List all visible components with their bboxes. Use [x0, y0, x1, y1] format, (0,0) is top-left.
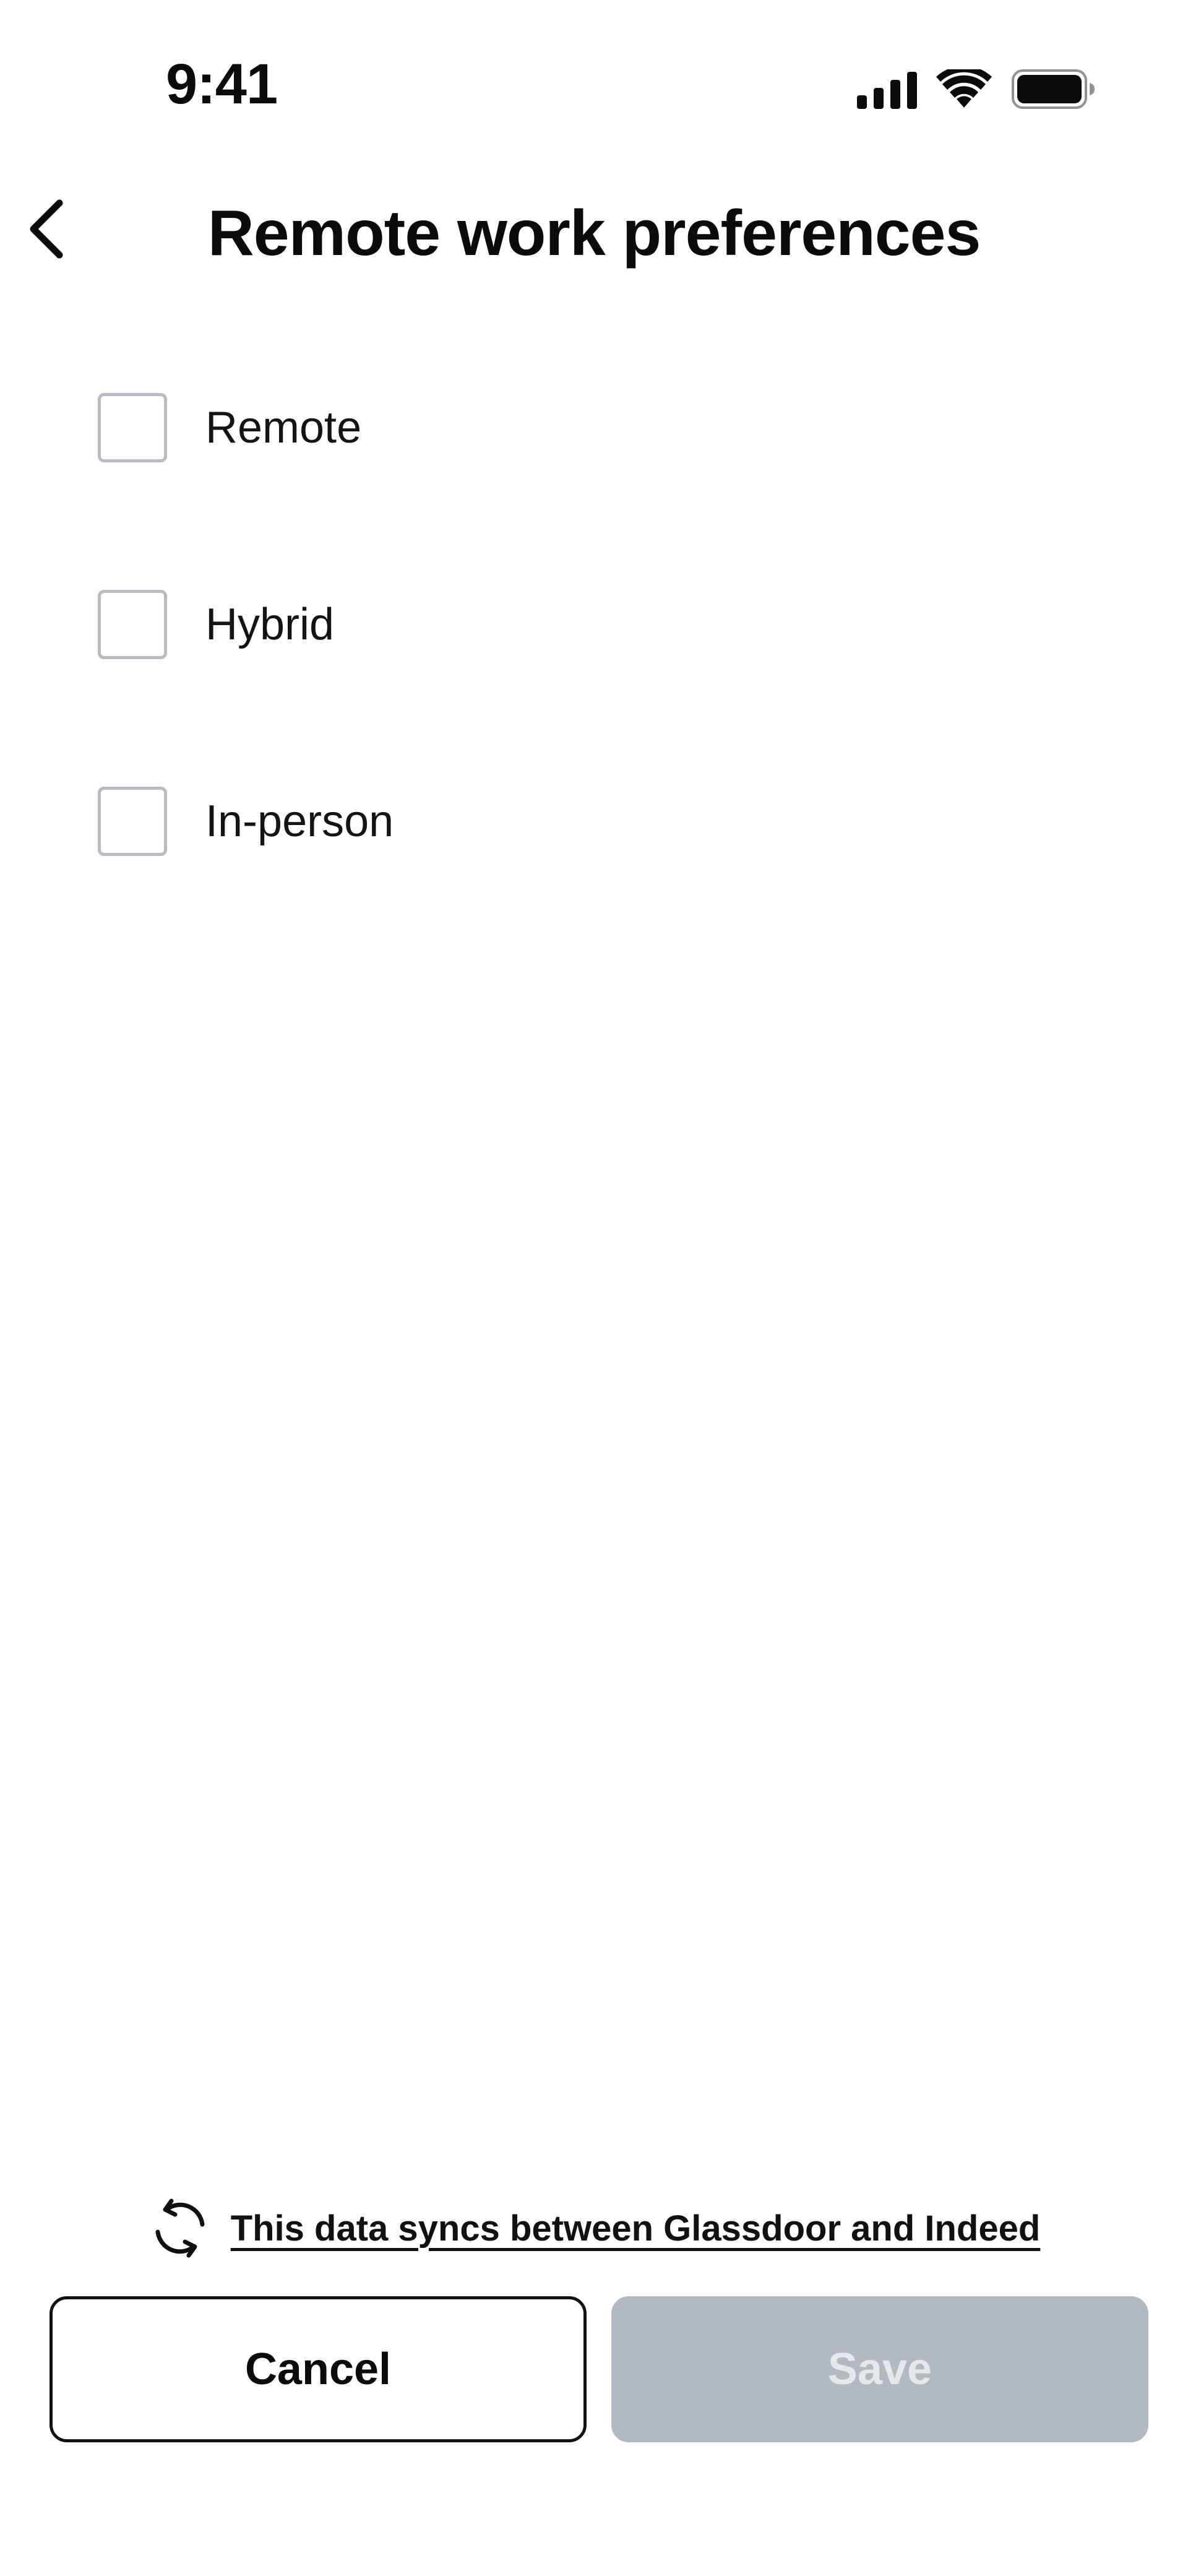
status-icons	[857, 69, 1104, 109]
save-button[interactable]: Save	[611, 2296, 1148, 2442]
option-label: Remote	[205, 403, 362, 452]
battery-icon	[1012, 69, 1095, 109]
checkbox-hybrid[interactable]	[98, 590, 167, 659]
sync-info-link[interactable]: This data syncs between Glassdoor and In…	[231, 2208, 1041, 2249]
option-label: In-person	[205, 797, 394, 846]
wifi-icon	[936, 69, 992, 108]
option-remote[interactable]: Remote	[98, 391, 1088, 464]
option-in-person[interactable]: In-person	[98, 785, 1088, 858]
checkbox-in-person[interactable]	[98, 787, 167, 856]
option-label: Hybrid	[205, 600, 335, 649]
cancel-button[interactable]: Cancel	[50, 2296, 587, 2442]
option-hybrid[interactable]: Hybrid	[98, 588, 1088, 661]
sync-note: This data syncs between Glassdoor and In…	[0, 2191, 1188, 2265]
page-title: Remote work preferences	[207, 197, 981, 269]
checkbox-remote[interactable]	[98, 393, 167, 462]
header: Remote work preferences	[0, 167, 1188, 291]
status-bar: 9:41	[0, 0, 1188, 124]
preference-options: Remote Hybrid In-person	[98, 391, 1088, 982]
sync-icon	[148, 2196, 212, 2260]
status-time: 9:41	[166, 53, 278, 116]
cellular-signal-icon	[857, 72, 917, 109]
